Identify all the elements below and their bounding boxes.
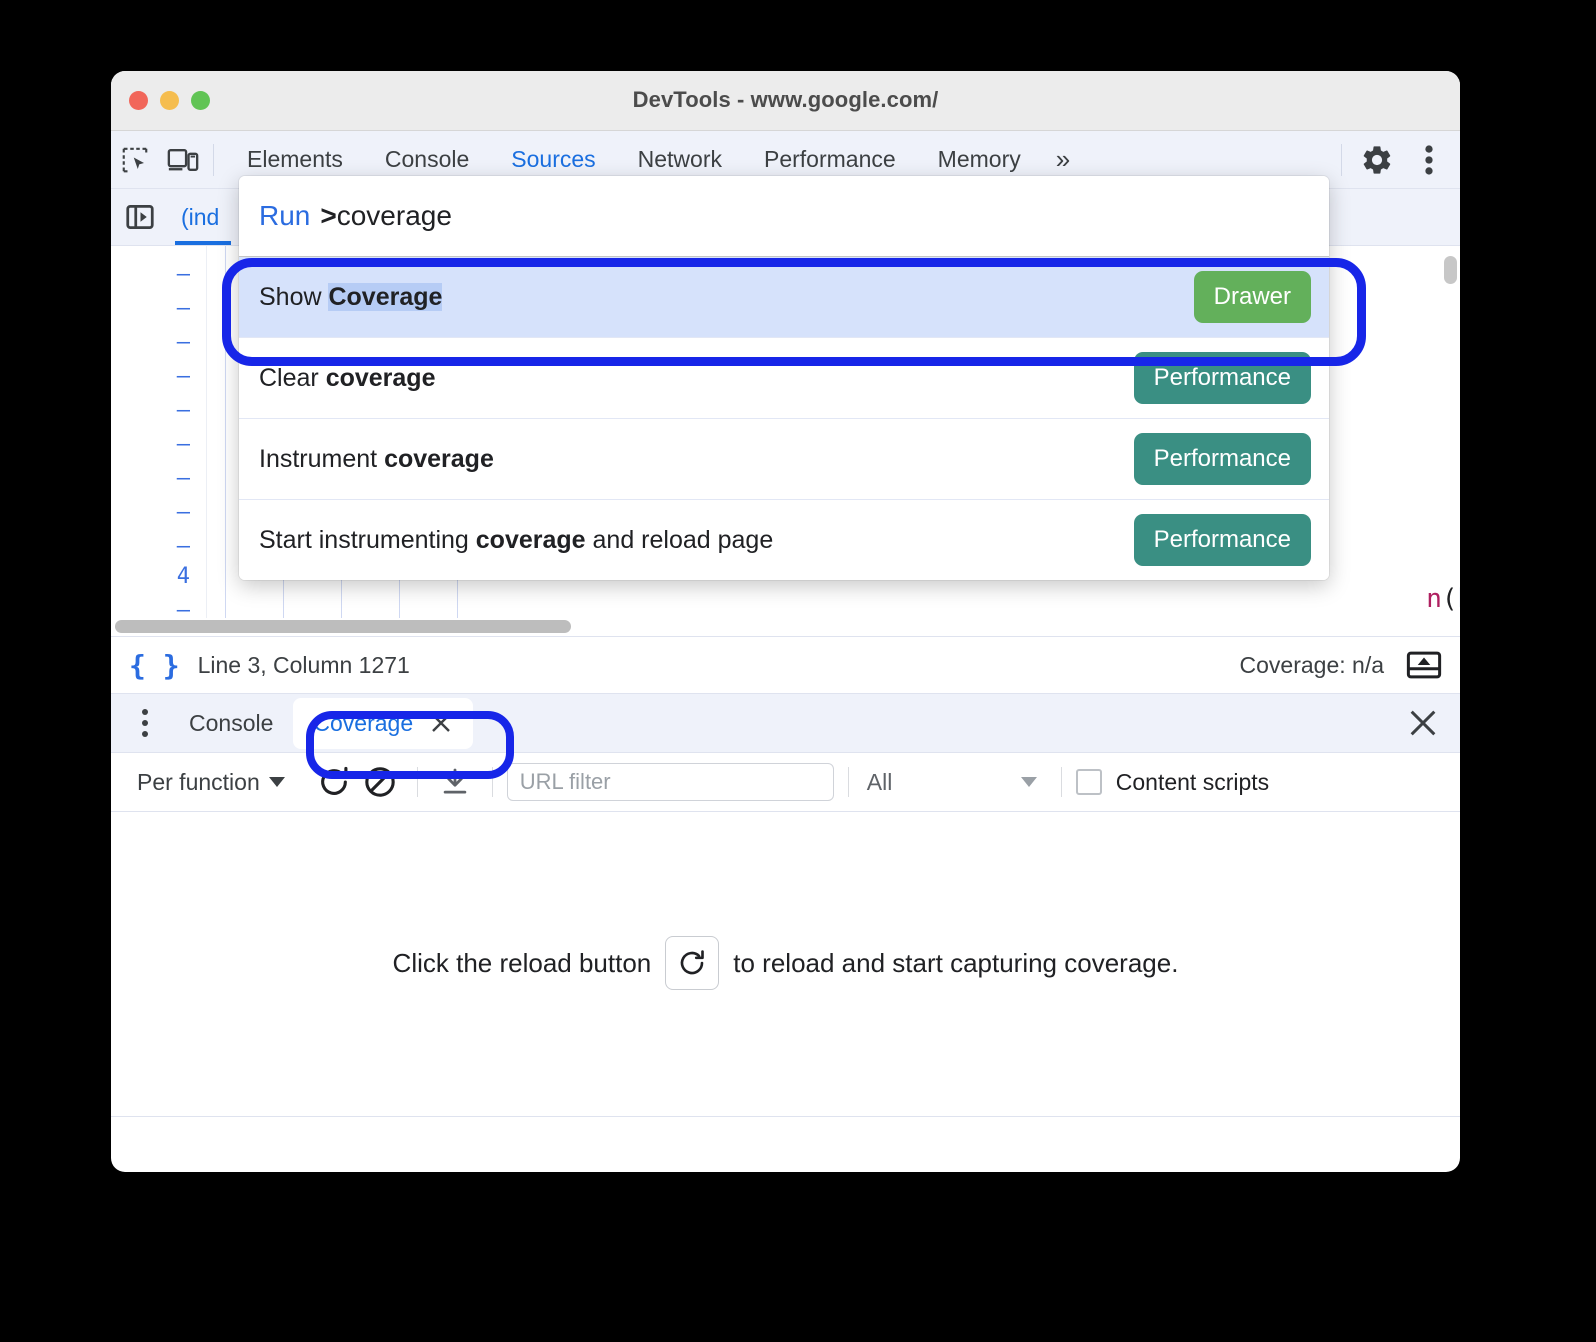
coverage-type-filter[interactable]: All: [863, 765, 1047, 800]
gear-icon[interactable]: [1354, 137, 1400, 183]
coverage-clear-button[interactable]: [357, 759, 403, 805]
command-palette-symbol: >: [320, 200, 337, 231]
inspect-element-icon[interactable]: [111, 138, 159, 182]
toolbar-separator: [847, 767, 849, 797]
editor-horizontal-scrollbar-track[interactable]: [111, 618, 1460, 636]
screenshot-root: DevTools - www.google.com/ Elements Cons…: [0, 0, 1596, 1342]
device-toolbar-icon[interactable]: [159, 138, 207, 182]
row-label-match: Coverage: [328, 282, 443, 311]
coverage-reload-button[interactable]: [311, 759, 357, 805]
drawer-tab-coverage-label: Coverage: [313, 709, 414, 736]
coverage-empty-message: Click the reload button to reload and st…: [111, 936, 1460, 990]
toolbar-separator: [416, 767, 418, 797]
chevron-down-icon: [268, 777, 285, 787]
gutter-line-marker: –: [176, 262, 190, 287]
command-palette-row-instrument-coverage[interactable]: Instrument coverage Performance: [239, 418, 1329, 499]
sources-file-tab[interactable]: (ind: [169, 189, 232, 245]
drawer-tabbar: Console Coverage: [111, 694, 1460, 753]
command-palette-query[interactable]: Run >coverage: [239, 176, 1329, 256]
toolbar-separator: [491, 767, 493, 797]
sources-file-tab-label: (ind: [181, 203, 220, 230]
command-palette-prefix: Run: [259, 200, 311, 231]
editor-vertical-scrollbar[interactable]: [1444, 256, 1457, 284]
toolbar-divider-right: [1341, 143, 1342, 176]
row-label-match: coverage: [384, 444, 494, 473]
gutter-line-marker: –: [176, 500, 190, 525]
devtools-window: DevTools - www.google.com/ Elements Cons…: [111, 71, 1460, 1172]
coverage-export-button[interactable]: [432, 759, 478, 805]
devtools-toolbar-right: [1335, 131, 1452, 188]
show-navigator-icon[interactable]: [111, 202, 169, 232]
command-palette-value: coverage: [336, 200, 452, 231]
row-label-prefix: Show: [259, 282, 329, 311]
window-titlebar: DevTools - www.google.com/: [111, 71, 1460, 131]
row-label-prefix: Clear: [259, 363, 326, 392]
command-palette-row-label: Clear coverage: [259, 364, 435, 393]
cursor-position: Line 3, Column 1271: [197, 651, 410, 678]
gutter-line-marker: –: [176, 364, 190, 389]
command-palette-row-show-coverage[interactable]: Show Coverage Drawer: [239, 256, 1329, 337]
row-label-prefix: Instrument: [259, 444, 385, 473]
command-palette-row-badge: Performance: [1133, 352, 1311, 404]
toolbar-divider: [213, 143, 214, 176]
command-palette-row-badge: Drawer: [1193, 271, 1311, 323]
pretty-print-icon[interactable]: { }: [129, 649, 180, 682]
command-palette-row-label: Instrument coverage: [259, 445, 494, 474]
close-icon[interactable]: [429, 711, 453, 735]
row-label-match: coverage: [325, 363, 436, 392]
window-title: DevTools - www.google.com/: [632, 87, 939, 112]
chevron-down-icon: [1020, 777, 1037, 787]
row-label-prefix: Start instrumenting: [259, 525, 476, 554]
row-label-suffix: and reload page: [585, 525, 774, 554]
content-scripts-checkbox-row[interactable]: Content scripts: [1075, 768, 1270, 796]
command-palette-row-start-instrumenting-coverage[interactable]: Start instrumenting coverage and reload …: [239, 499, 1329, 580]
coverage-empty-message-after: to reload and start capturing coverage.: [733, 947, 1179, 978]
reload-icon[interactable]: [665, 936, 720, 990]
coverage-toolbar: Per function URL filter All Content scri…: [111, 753, 1460, 812]
coverage-mode-select[interactable]: Per function: [129, 763, 293, 802]
command-palette-row-clear-coverage[interactable]: Clear coverage Performance: [239, 337, 1329, 418]
coverage-type-filter-label: All: [866, 768, 893, 795]
close-drawer-icon[interactable]: [1406, 706, 1440, 740]
sources-file-tab-underline: [175, 241, 232, 245]
command-palette-row-label: Show Coverage: [259, 282, 443, 312]
content-scripts-label: Content scripts: [1115, 768, 1270, 795]
coverage-status: Coverage: n/a: [1239, 651, 1384, 678]
gutter-line-marker: –: [176, 466, 190, 491]
gutter-line-number: 4: [176, 564, 190, 589]
drawer-tab-coverage[interactable]: Coverage: [293, 697, 474, 749]
gutter-line-marker: –: [176, 296, 190, 321]
command-palette-input: >coverage: [320, 200, 452, 232]
editor-statusbar: { } Line 3, Column 1271 Coverage: n/a: [111, 636, 1460, 694]
command-palette-row-badge: Performance: [1133, 433, 1311, 485]
more-vertical-icon[interactable]: [1406, 137, 1452, 183]
drawer-more-vertical-icon[interactable]: [121, 699, 169, 747]
show-drawer-icon[interactable]: [1406, 650, 1442, 680]
coverage-empty-message-before: Click the reload button: [392, 947, 652, 978]
coverage-panel-body: Click the reload button to reload and st…: [111, 812, 1460, 1117]
command-palette-row-label: Start instrumenting coverage and reload …: [259, 526, 773, 555]
gutter-line-marker: –: [176, 330, 190, 355]
gutter-line-marker: –: [176, 432, 190, 457]
url-filter-input[interactable]: URL filter: [506, 763, 834, 801]
content-scripts-checkbox[interactable]: [1075, 769, 1102, 795]
toolbar-separator: [1060, 767, 1062, 797]
gutter-line-marker: –: [176, 534, 190, 559]
editor-horizontal-scrollbar-thumb[interactable]: [115, 620, 571, 633]
editor-gutter: – – – – – – – – – 4 –: [111, 246, 207, 636]
row-label-match: coverage: [475, 525, 586, 554]
command-palette[interactable]: Run >coverage Show Coverage Drawer Clear…: [239, 176, 1329, 580]
coverage-mode-label: Per function: [137, 768, 260, 795]
gutter-line-marker: –: [176, 398, 190, 423]
statusbar-right: Coverage: n/a: [1240, 650, 1442, 680]
command-palette-row-badge: Performance: [1133, 514, 1311, 566]
drawer-tab-console[interactable]: Console: [169, 698, 293, 749]
